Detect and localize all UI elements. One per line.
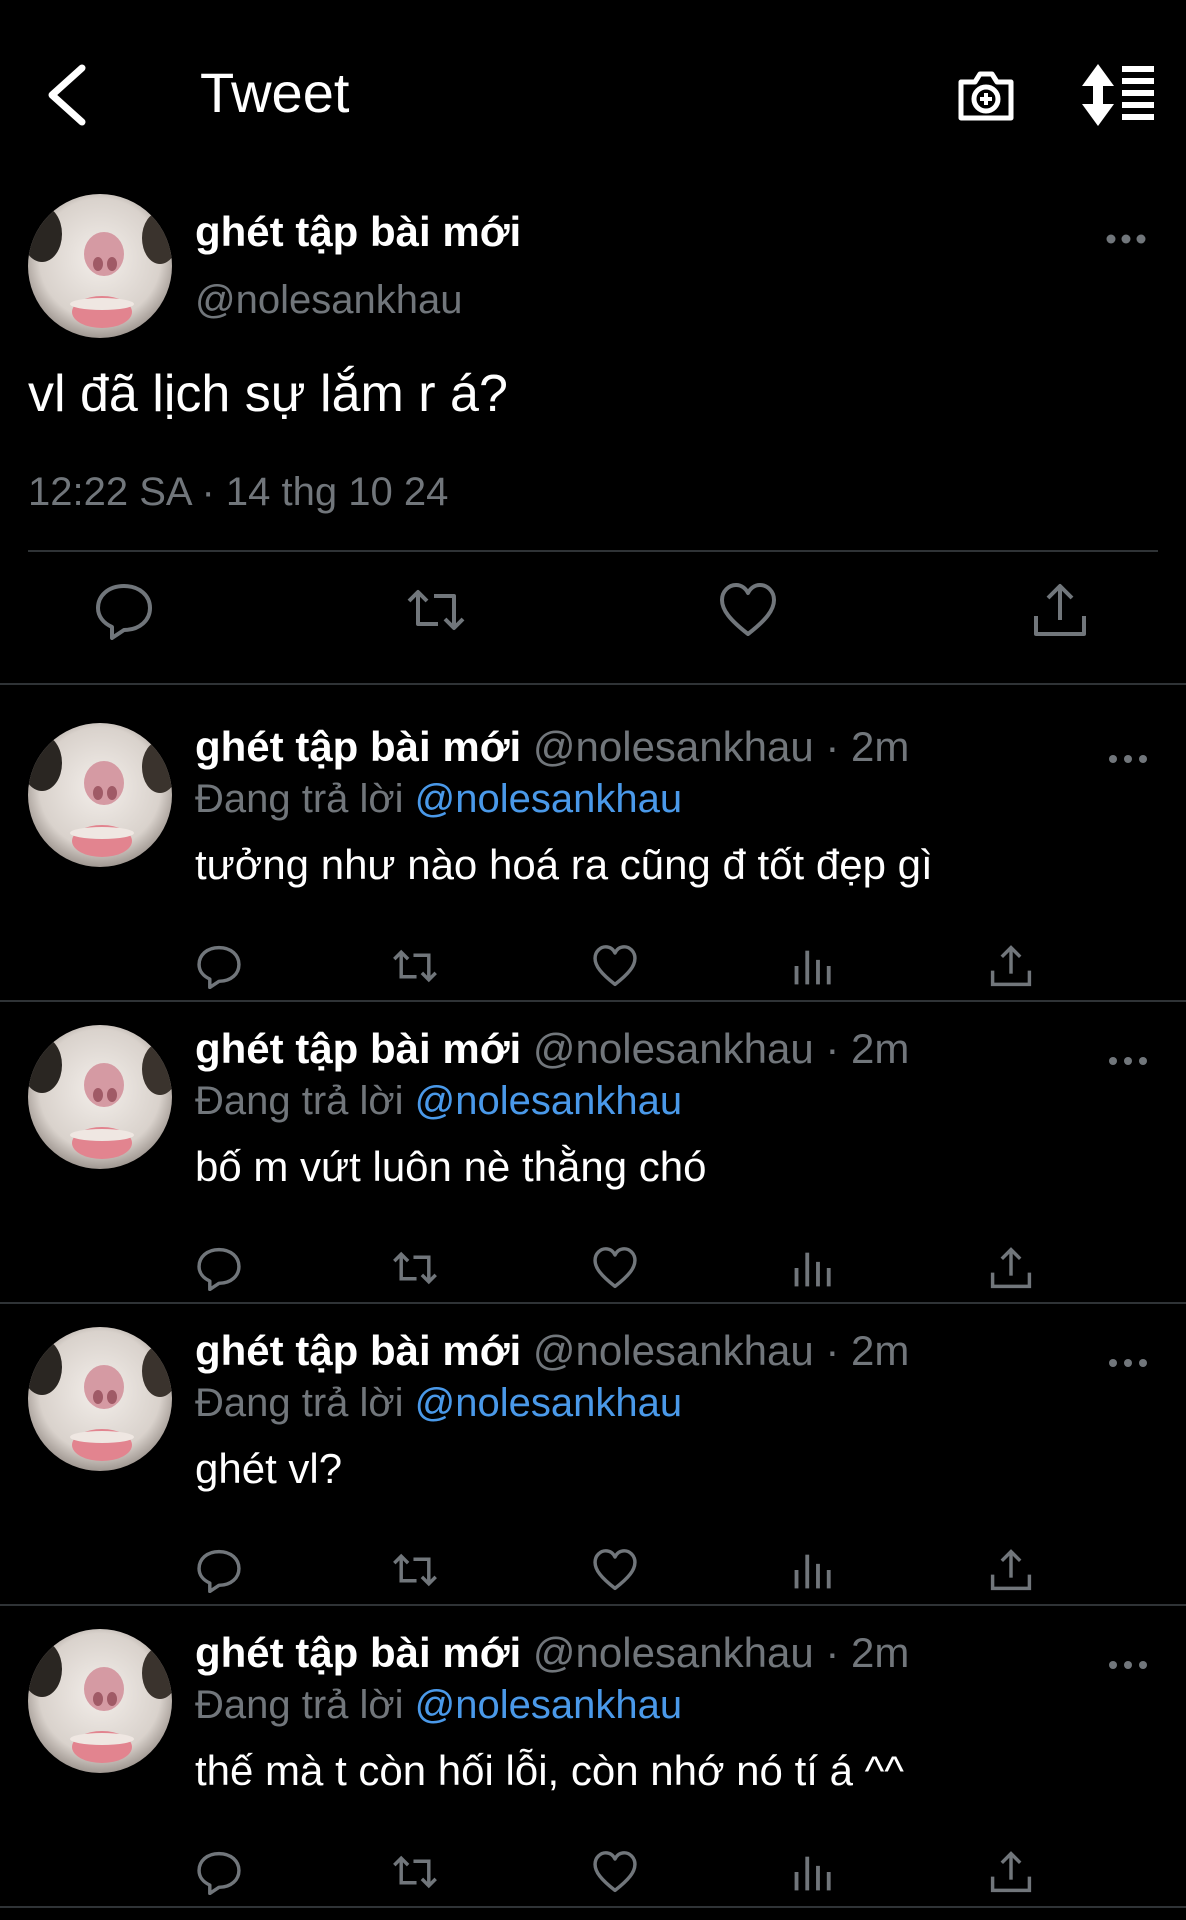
retweet-icon[interactable] xyxy=(392,1849,438,1895)
reply-author-name[interactable]: ghét tập bài mới xyxy=(195,1629,521,1676)
tweet-text: vl đã lịch sự lắm r á? xyxy=(28,365,508,423)
reply-author-name[interactable]: ghét tập bài mới xyxy=(195,1327,521,1374)
divider xyxy=(28,550,1158,552)
replying-to: Đang trả lời @nolesankhau xyxy=(195,777,682,822)
more-options-icon[interactable] xyxy=(1105,230,1147,248)
like-icon[interactable] xyxy=(592,943,638,989)
mention-link[interactable]: @nolesankhau xyxy=(415,777,682,821)
retweet-icon[interactable] xyxy=(392,1547,438,1593)
like-icon[interactable] xyxy=(592,1547,638,1593)
reply-header: ghét tập bài mới @nolesankhau · 2m xyxy=(195,723,909,771)
replying-to: Đang trả lời @nolesankhau xyxy=(195,1079,682,1124)
reply-tweet[interactable]: ghét tập bài mới @nolesankhau · 2m Đang … xyxy=(0,693,1186,993)
share-icon[interactable] xyxy=(988,1245,1034,1291)
reply-text: bố m vứt luôn nè thằng chó xyxy=(195,1143,707,1190)
replying-to: Đang trả lời @nolesankhau xyxy=(195,1683,682,1728)
tweet-actions xyxy=(0,580,1186,650)
reply-actions xyxy=(0,1849,1186,1899)
avatar[interactable] xyxy=(28,723,172,867)
reply-actions xyxy=(0,1245,1186,1295)
reply-icon[interactable] xyxy=(196,943,242,989)
replying-prefix: Đang trả lời xyxy=(195,1381,404,1425)
divider xyxy=(0,1906,1186,1908)
mention-link[interactable]: @nolesankhau xyxy=(415,1079,682,1123)
reply-tweet[interactable]: ghét tập bài mới @nolesankhau · 2m Đang … xyxy=(0,1599,1186,1899)
reply-tweet[interactable]: ghét tập bài mới @nolesankhau · 2m Đang … xyxy=(0,995,1186,1295)
reply-meta: @nolesankhau · 2m xyxy=(532,1025,910,1072)
share-icon[interactable] xyxy=(988,943,1034,989)
reply-meta: @nolesankhau · 2m xyxy=(532,1629,910,1676)
like-icon[interactable] xyxy=(592,1849,638,1895)
sort-icon[interactable] xyxy=(1082,64,1154,126)
reply-header: ghét tập bài mới @nolesankhau · 2m xyxy=(195,1629,909,1677)
avatar[interactable] xyxy=(28,194,172,338)
more-options-icon[interactable] xyxy=(1108,1657,1148,1673)
more-options-icon[interactable] xyxy=(1108,1053,1148,1069)
author-name[interactable]: ghét tập bài mới xyxy=(195,208,521,256)
replying-prefix: Đang trả lời xyxy=(195,1079,404,1123)
reply-text: thế mà t còn hối lỗi, còn nhớ nó tí á ^^ xyxy=(195,1747,905,1794)
replying-prefix: Đang trả lời xyxy=(195,1683,404,1727)
mention-link[interactable]: @nolesankhau xyxy=(415,1683,682,1727)
back-icon[interactable] xyxy=(40,62,100,128)
like-icon[interactable] xyxy=(718,580,778,640)
share-icon[interactable] xyxy=(988,1849,1034,1895)
mention-link[interactable]: @nolesankhau xyxy=(415,1381,682,1425)
reply-icon[interactable] xyxy=(196,1245,242,1291)
reply-text: tưởng như nào hoá ra cũng đ tốt đẹp gì xyxy=(195,841,933,888)
reply-author-name[interactable]: ghét tập bài mới xyxy=(195,1025,521,1072)
retweet-icon[interactable] xyxy=(406,580,466,640)
views-icon[interactable] xyxy=(790,943,836,989)
more-options-icon[interactable] xyxy=(1108,751,1148,767)
like-icon[interactable] xyxy=(592,1245,638,1291)
reply-header: ghét tập bài mới @nolesankhau · 2m xyxy=(195,1025,909,1073)
share-icon[interactable] xyxy=(988,1547,1034,1593)
reply-meta: @nolesankhau · 2m xyxy=(532,723,910,770)
avatar[interactable] xyxy=(28,1025,172,1169)
views-icon[interactable] xyxy=(790,1245,836,1291)
views-icon[interactable] xyxy=(790,1547,836,1593)
avatar[interactable] xyxy=(28,1327,172,1471)
divider xyxy=(0,683,1186,685)
replying-prefix: Đang trả lời xyxy=(195,777,404,821)
avatar[interactable] xyxy=(28,1629,172,1773)
reply-header: ghét tập bài mới @nolesankhau · 2m xyxy=(195,1327,909,1375)
reply-text: ghét vl? xyxy=(195,1445,343,1492)
reply-author-name[interactable]: ghét tập bài mới xyxy=(195,723,521,770)
share-icon[interactable] xyxy=(1030,580,1090,640)
author-handle[interactable]: @nolesankhau xyxy=(195,278,462,323)
replying-to: Đang trả lời @nolesankhau xyxy=(195,1381,682,1426)
reply-actions xyxy=(0,1547,1186,1597)
reply-icon[interactable] xyxy=(196,1547,242,1593)
page-title: Tweet xyxy=(200,61,350,124)
more-options-icon[interactable] xyxy=(1108,1355,1148,1371)
retweet-icon[interactable] xyxy=(392,943,438,989)
reply-icon[interactable] xyxy=(94,580,154,640)
reply-tweet[interactable]: ghét tập bài mới @nolesankhau · 2m Đang … xyxy=(0,1297,1186,1597)
reply-meta: @nolesankhau · 2m xyxy=(532,1327,910,1374)
tweet-timestamp: 12:22 SA · 14 thg 10 24 xyxy=(28,470,449,514)
reply-actions xyxy=(0,943,1186,993)
top-bar: Tweet xyxy=(0,0,1186,190)
retweet-icon[interactable] xyxy=(392,1245,438,1291)
views-icon[interactable] xyxy=(790,1849,836,1895)
camera-plus-icon[interactable] xyxy=(955,64,1017,126)
reply-icon[interactable] xyxy=(196,1849,242,1895)
